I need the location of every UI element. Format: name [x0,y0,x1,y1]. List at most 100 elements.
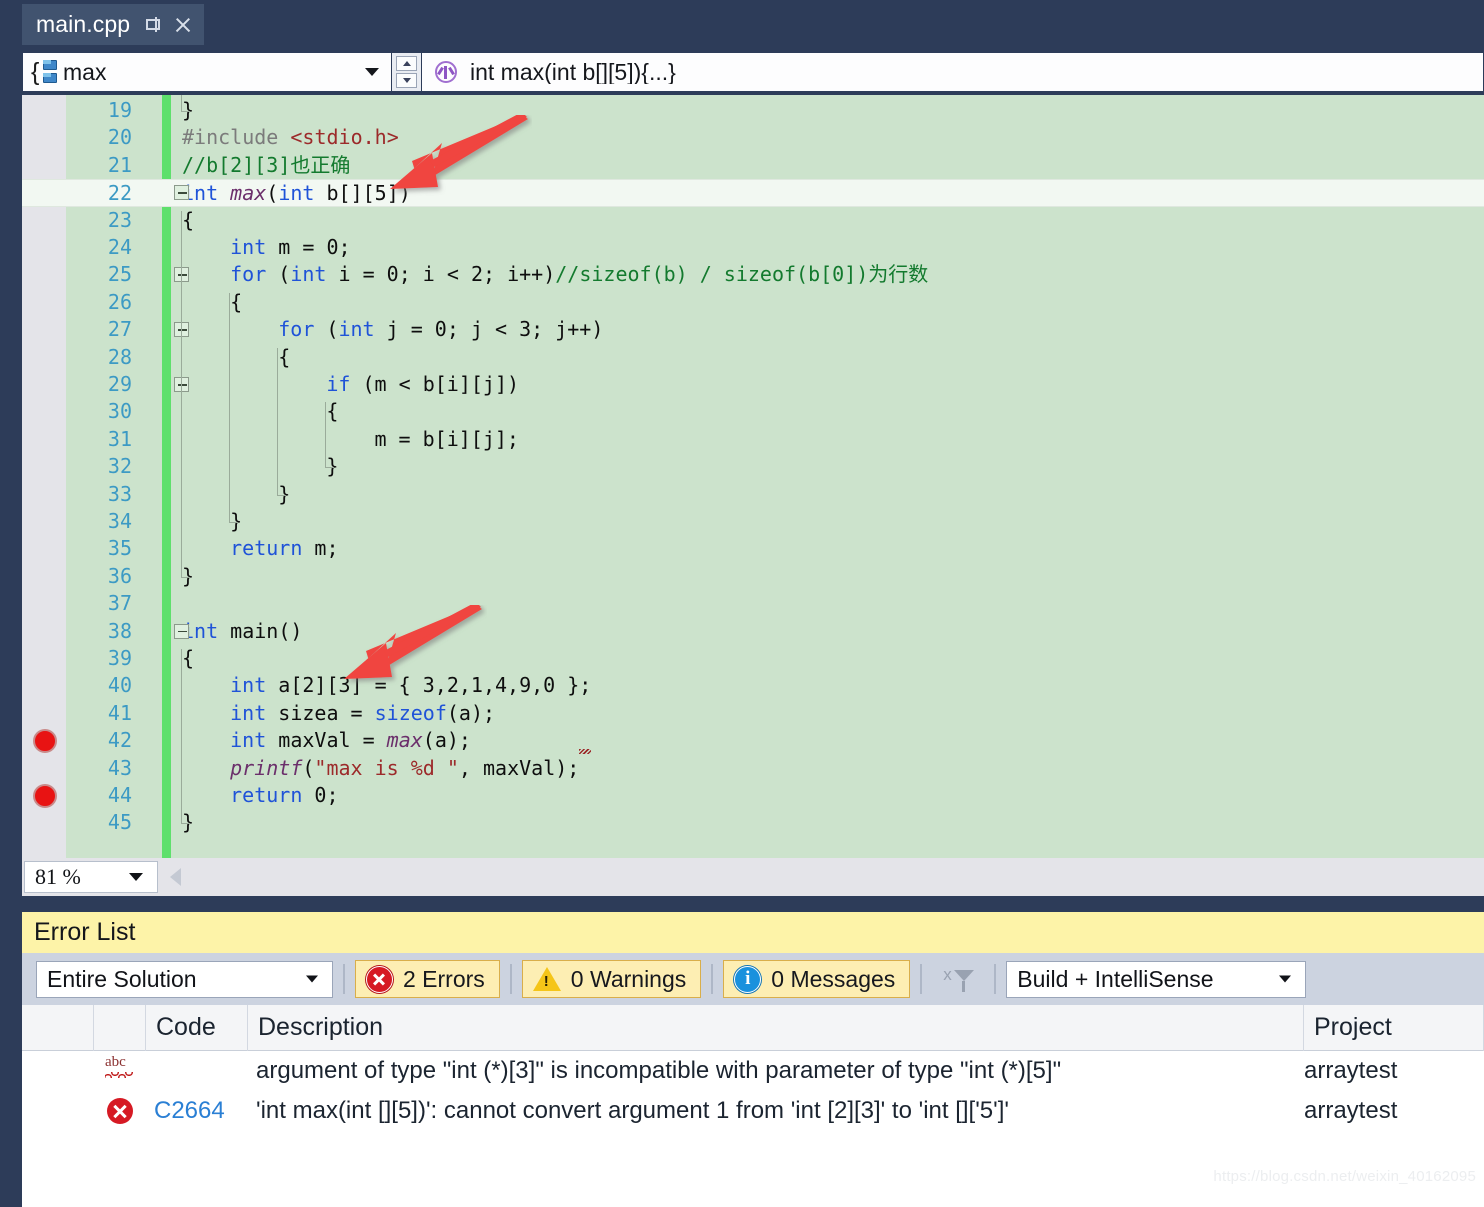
line-number: 24 [107,235,132,259]
spinner-up-button[interactable] [396,56,417,71]
scope-dropdown[interactable]: { max [22,52,392,92]
line-number: 32 [107,454,132,479]
code-text: return m; [230,536,339,561]
build-filter-dropdown[interactable]: Build + IntelliSense [1006,960,1307,998]
line-number: 41 [107,700,132,725]
table-row[interactable]: C2664 'int max(int [][5])': cannot conver… [22,1091,1484,1131]
code-fold-toggle-icon[interactable] [174,623,189,639]
code-line[interactable]: 31 m = b[i][j]; [22,426,1484,453]
line-number: 22 [107,181,132,206]
error-code-cell[interactable] [146,1051,248,1091]
code-text: { [182,207,195,232]
column-header-code[interactable]: Code [146,1004,248,1051]
line-number: 45 [107,810,132,835]
document-tab-label: main.cpp [36,11,131,37]
method-icon [434,60,458,84]
line-number: 38 [107,618,132,643]
messages-filter-button[interactable]: 0 Messages [723,960,911,998]
code-line[interactable]: 39 { [22,645,1484,672]
pin-icon[interactable] [144,16,161,34]
code-text: int main() [182,618,303,643]
column-header-select[interactable] [22,1004,94,1051]
code-line[interactable]: 28 { [22,344,1484,371]
code-line[interactable]: 29 if (m < b[i][j]) [22,371,1484,398]
errors-filter-button[interactable]: 2 Errors [355,960,500,998]
warnings-filter-button[interactable]: 0 Warnings [521,960,702,998]
error-code-cell[interactable]: C2664 [146,1091,248,1131]
horizontal-scroll-left-button[interactable] [170,868,181,886]
indent-guide [181,95,182,111]
navbar-spinner[interactable] [392,52,421,92]
indent-guide [229,292,230,522]
code-fold-toggle-icon[interactable] [174,185,189,201]
line-number: 29 [107,372,132,396]
code-line[interactable]: 25 for (int i = 0; i < 2; i++)//sizeof(b)… [22,261,1484,288]
code-line[interactable]: 26 { [22,289,1484,316]
code-line[interactable]: 33} [22,481,1484,508]
clear-filter-icon: x [941,965,975,993]
code-text: { [182,646,195,670]
close-icon[interactable] [174,16,192,34]
code-line[interactable]: 37 [22,590,1484,617]
code-line[interactable]: 20 #include <stdio.h> [22,124,1484,151]
document-tab-main-cpp[interactable]: main.cpp [22,4,205,45]
line-number: 40 [107,673,132,698]
member-dropdown[interactable]: int max(int b[][5]){...} [421,52,1484,92]
error-description-cell: 'int max(int [][5])': cannot convert arg… [256,1097,1009,1124]
line-number: 44 [107,783,132,807]
code-text: int maxVal = max(a); [230,728,471,753]
code-text: printf("max is %d ", maxVal); [230,755,580,780]
row-select-cell[interactable] [22,1051,94,1091]
code-line[interactable]: 22 int max(int b[][5]) [22,179,1484,207]
code-line[interactable]: 38 int main() [22,618,1484,645]
code-line[interactable]: 45} [22,809,1484,836]
error-list-panel: Error List Entire Solution 2 Errors 0 Wa… [22,912,1484,1207]
solution-scope-dropdown[interactable]: Entire Solution [36,960,333,998]
code-text: return 0; [230,783,339,807]
code-line[interactable]: 41 int sizea = sizeof(a); [22,700,1484,727]
toolbar-separator [509,964,512,994]
column-header-project[interactable]: Project [1304,1004,1484,1051]
code-line[interactable]: 40 int a[2][3] = { 3,2,1,4,9,0 }; [22,672,1484,699]
code-line[interactable]: 44 return 0; [22,782,1484,809]
code-editor[interactable]: 19} 20 #include <stdio.h> 21 //b[2][3]也正确 22 i… [22,93,1484,858]
code-line[interactable]: 43 printf("max is %d ", maxVal); [22,755,1484,782]
info-icon [734,965,762,993]
code-text: int m = 0; [230,235,351,259]
row-select-cell[interactable] [22,1091,94,1131]
messages-count-label: 0 Messages [771,965,896,992]
table-row[interactable]: abc argument of type "int (*)[3]" is inco… [22,1051,1484,1091]
code-line[interactable]: 32} [22,453,1484,480]
code-line[interactable]: 30 { [22,398,1484,425]
code-line[interactable]: 23 { [22,207,1484,234]
clear-filter-button[interactable]: x [932,960,984,998]
line-number: 26 [107,289,132,314]
class-members-icon: { [31,59,59,85]
error-list-toolbar: Entire Solution 2 Errors 0 Warnings 0 Me… [22,953,1484,1005]
code-line[interactable]: 21 //b[2][3]也正确 [22,152,1484,179]
toolbar-separator [343,964,345,994]
code-text: for (int i = 0; i < 2; i++)//sizeof(b) /… [230,262,929,287]
zoom-level-dropdown[interactable]: 81 % [24,861,158,893]
code-text: int sizea = sizeof(a); [230,700,496,725]
code-text: //b[2][3]也正确 [182,152,351,177]
line-number: 42 [107,728,132,753]
code-line[interactable]: 19} [22,97,1484,124]
code-line[interactable]: 35 return m; [22,535,1484,562]
toolbar-separator [920,964,923,994]
code-line[interactable]: 27 for (int j = 0; j < 3; j++) [22,316,1484,343]
column-header-severity[interactable] [94,1004,146,1051]
column-header-description[interactable]: Description [248,1004,1304,1051]
code-text: int a[2][3] = { 3,2,1,4,9,0 }; [230,673,592,698]
code-surface[interactable]: 19} 20 #include <stdio.h> 21 //b[2][3]也正确 22 i… [22,95,1484,858]
spinner-down-button[interactable] [396,73,417,88]
code-text: { [326,399,339,424]
chevron-down-icon [365,68,379,76]
indent-guide [277,494,286,496]
code-text: int max(int b[][5]) [182,181,411,206]
code-line[interactable]: 34} [22,508,1484,535]
code-line[interactable]: 36} [22,563,1484,590]
code-line[interactable]: 42 int maxVal = max(a); [22,727,1484,754]
code-text: m = b[i][j]; [374,426,519,451]
code-line[interactable]: 24 int m = 0; [22,234,1484,261]
